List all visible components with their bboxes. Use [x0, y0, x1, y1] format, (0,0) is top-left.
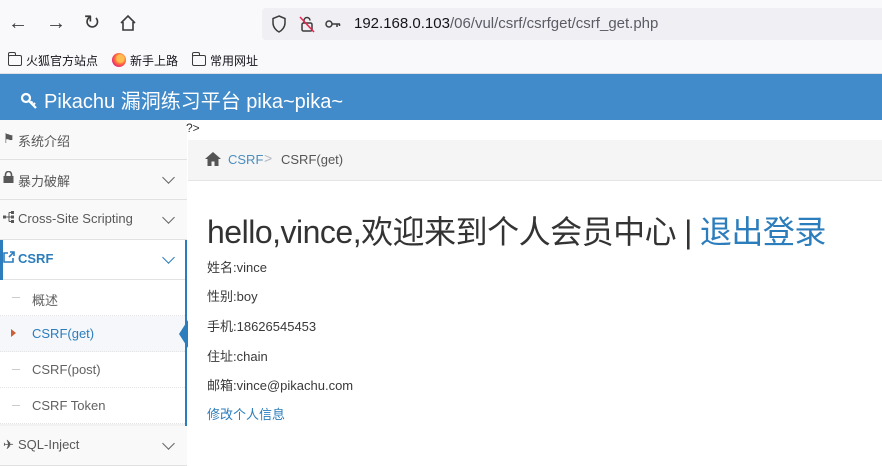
breadcrumb-link-csrf[interactable]: CSRF [228, 152, 263, 167]
page-title: hello,vince,欢迎来到个人会员中心 | 退出登录 [207, 207, 826, 253]
url-path: /06/vul/csrf/csrfget/csrf_get.php [449, 15, 659, 32]
sidebar-item-csrf[interactable]: CSRF [0, 240, 187, 280]
address-bar[interactable]: 192.168.0.103/06/vul/csrf/csrfget/csrf_g… [262, 8, 882, 40]
sidebar-item-label: Cross-Site Scripting [18, 211, 133, 226]
reload-icon[interactable]: ↻ [80, 11, 104, 35]
home-icon[interactable] [204, 151, 222, 167]
folder-icon [7, 51, 22, 66]
folder-icon [191, 51, 206, 66]
tree-dash [12, 369, 20, 370]
tree-dash [12, 405, 20, 406]
submenu-item-overview[interactable]: 概述 [0, 280, 187, 316]
logout-link[interactable]: 退出登录 [700, 214, 827, 250]
sitemap-icon [3, 211, 15, 226]
stray-php-text: ?> [186, 121, 200, 135]
info-sex: 性别:boy [207, 289, 258, 304]
submenu-item-csrf-token[interactable]: CSRF Token [0, 388, 187, 424]
home-icon[interactable] [116, 11, 140, 35]
bookmark-getting-started[interactable]: 新手上路 [112, 51, 178, 69]
submenu-item-label: CSRF(post) [32, 362, 101, 377]
chevron-down-icon [162, 251, 175, 264]
bookmark-firefox-official[interactable]: 火狐官方站点 [7, 51, 99, 69]
chevron-down-icon [162, 171, 175, 184]
title-separator: | [684, 214, 692, 250]
app-header: Pikachu 漏洞练习平台 pika~pika~ [0, 74, 882, 120]
sidebar-item-label: CSRF [18, 251, 54, 266]
info-address: 住址:chain [207, 349, 268, 364]
app-title[interactable]: Pikachu 漏洞练习平台 pika~pika~ [20, 85, 343, 114]
tags-icon: ⚑ [3, 131, 15, 146]
submenu-active-rail [185, 240, 187, 426]
sidebar-item-intro[interactable]: ⚑ 系统介绍 [0, 120, 187, 160]
chevron-down-icon [162, 211, 175, 224]
url-text[interactable]: 192.168.0.103/06/vul/csrf/csrfget/csrf_g… [354, 15, 658, 32]
breadcrumb-separator: > [264, 150, 273, 166]
sidebar-item-xss[interactable]: Cross-Site Scripting [0, 200, 187, 240]
app-title-text: Pikachu 漏洞练习平台 pika~pika~ [44, 91, 344, 113]
firefox-icon [112, 53, 126, 67]
submenu-item-csrf-post[interactable]: CSRF(post) [0, 352, 187, 388]
lock-icon [3, 170, 14, 186]
sidebar-item-brute-force[interactable]: 暴力破解 [0, 160, 187, 200]
bookmarks-bar: 火狐官方站点 新手上路 常用网址 [0, 46, 882, 74]
submenu-item-label: CSRF Token [32, 398, 106, 413]
browser-toolbar: ← → ↻ 192.168.0.103/06/vul/csrf/csrfget/… [0, 0, 882, 46]
submenu-item-csrf-get[interactable]: CSRF(get) [0, 316, 188, 352]
info-email: 邮箱:vince@pikachu.com [207, 378, 354, 393]
bookmark-label: 火狐官方站点 [26, 53, 99, 68]
insecure-lock-icon[interactable] [298, 15, 316, 33]
key-permission-icon[interactable] [324, 15, 342, 33]
submenu-item-label: 概述 [32, 293, 59, 308]
sidebar: ⚑ 系统介绍 暴力破解 Cross-Site Scripting CSRF 概述… [0, 120, 188, 466]
key-icon [20, 92, 38, 113]
submenu-item-label: CSRF(get) [32, 326, 95, 341]
breadcrumb-current: CSRF(get) [281, 152, 344, 167]
bookmark-label: 新手上路 [130, 53, 179, 68]
info-name: 姓名:vince [207, 260, 267, 275]
sidebar-item-label: 暴力破解 [18, 174, 71, 189]
tree-dash [12, 297, 20, 298]
share-icon [3, 251, 15, 266]
bookmark-common-sites[interactable]: 常用网址 [191, 51, 259, 69]
info-phone: 手机:18626545453 [207, 319, 317, 334]
shield-icon[interactable] [270, 15, 288, 33]
plane-icon: ✈ [3, 437, 14, 452]
chevron-down-icon [162, 437, 175, 450]
back-arrow-icon[interactable]: ← [6, 11, 30, 35]
bookmark-label: 常用网址 [210, 53, 259, 68]
sidebar-item-label: 系统介绍 [18, 134, 71, 149]
breadcrumb: CSRF > CSRF(get) [188, 140, 882, 181]
welcome-text: hello,vince,欢迎来到个人会员中心 [207, 214, 677, 250]
url-host: 192.168.0.103 [354, 15, 450, 32]
caret-right-icon [11, 329, 16, 337]
edit-profile-link[interactable]: 修改个人信息 [207, 404, 285, 423]
sidebar-item-sql-inject[interactable]: ✈ SQL-Inject [0, 426, 187, 466]
forward-arrow-icon[interactable]: → [44, 11, 68, 35]
